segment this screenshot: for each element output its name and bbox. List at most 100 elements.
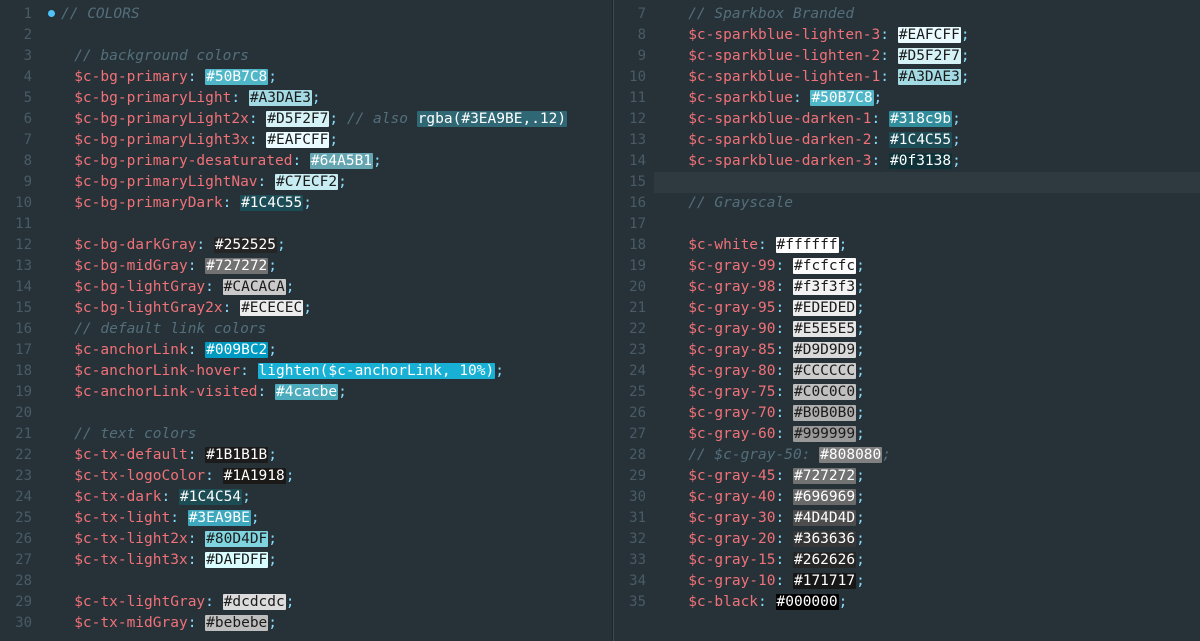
code-line[interactable]: $c-gray-95: #EDEDED; bbox=[662, 298, 1200, 319]
code-line[interactable]: $c-bg-midGray: #727272; bbox=[48, 256, 613, 277]
code-line[interactable]: $c-gray-40: #696969; bbox=[662, 487, 1200, 508]
code-line[interactable]: // Sparkbox Branded bbox=[662, 4, 1200, 25]
scss-variable: $c-gray-75 bbox=[688, 384, 775, 400]
code-line[interactable]: $c-white: #ffffff; bbox=[662, 235, 1200, 256]
code-line[interactable]: $c-tx-midGray: #bebebe; bbox=[48, 613, 613, 634]
code-line[interactable]: $c-sparkblue-darken-3: #0f3138; bbox=[662, 151, 1200, 172]
color-swatch: #696969 bbox=[793, 489, 856, 505]
code-line[interactable]: $c-tx-default: #1B1B1B; bbox=[48, 445, 613, 466]
line-number: 18 bbox=[614, 235, 646, 256]
line-number: 26 bbox=[614, 403, 646, 424]
code-line[interactable]: $c-bg-primaryLight2x: #D5F2F7; // also r… bbox=[48, 109, 613, 130]
code-line[interactable] bbox=[48, 214, 613, 235]
code-line[interactable]: // background colors bbox=[48, 46, 613, 67]
line-number: 19 bbox=[614, 256, 646, 277]
modified-dot-icon bbox=[48, 10, 55, 17]
line-number: 6 bbox=[0, 109, 32, 130]
code-line[interactable]: $c-gray-99: #fcfcfc; bbox=[662, 256, 1200, 277]
code-line[interactable]: $c-gray-10: #171717; bbox=[662, 571, 1200, 592]
code-line[interactable] bbox=[48, 571, 613, 592]
code-line[interactable]: $c-sparkblue-lighten-3: #EAFCFF; bbox=[662, 25, 1200, 46]
code-line[interactable]: // Grayscale bbox=[662, 193, 1200, 214]
line-number: 7 bbox=[0, 130, 32, 151]
line-number: 29 bbox=[614, 466, 646, 487]
scss-variable: $c-bg-lightGray bbox=[74, 279, 205, 295]
line-number: 1 bbox=[0, 4, 32, 25]
code-line[interactable]: $c-tx-lightGray: #dcdcdc; bbox=[48, 592, 613, 613]
code-line[interactable]: $c-gray-75: #C0C0C0; bbox=[662, 382, 1200, 403]
code-line[interactable]: // text colors bbox=[48, 424, 613, 445]
line-number: 31 bbox=[614, 508, 646, 529]
code-line[interactable]: $c-sparkblue: #50B7C8; bbox=[662, 88, 1200, 109]
scss-variable: $c-gray-15 bbox=[688, 552, 775, 568]
code-line[interactable]: $c-tx-light3x: #DAFDFF; bbox=[48, 550, 613, 571]
code-line[interactable]: // default link colors bbox=[48, 319, 613, 340]
code-line[interactable]: $c-gray-70: #B0B0B0; bbox=[662, 403, 1200, 424]
code-line[interactable]: $c-bg-lightGray2x: #ECECEC; bbox=[48, 298, 613, 319]
code-line[interactable]: $c-tx-dark: #1C4C54; bbox=[48, 487, 613, 508]
color-swatch: #D5F2F7 bbox=[898, 48, 961, 64]
code-line[interactable]: $c-gray-80: #CCCCCC; bbox=[662, 361, 1200, 382]
scss-variable: $c-tx-lightGray bbox=[74, 594, 205, 610]
code-line[interactable]: $c-gray-98: #f3f3f3; bbox=[662, 277, 1200, 298]
scss-variable: $c-gray-60 bbox=[688, 426, 775, 442]
code-line[interactable]: $c-gray-85: #D9D9D9; bbox=[662, 340, 1200, 361]
line-number: 19 bbox=[0, 382, 32, 403]
code-line[interactable]: $c-bg-primaryLight3x: #EAFCFF; bbox=[48, 130, 613, 151]
code-area-right[interactable]: // Sparkbox Branded $c-sparkblue-lighten… bbox=[654, 0, 1200, 641]
scss-variable: $c-anchorLink bbox=[74, 342, 188, 358]
scss-variable: $c-tx-light2x bbox=[74, 531, 188, 547]
code-line[interactable]: $c-gray-90: #E5E5E5; bbox=[662, 319, 1200, 340]
code-line[interactable]: $c-sparkblue-lighten-1: #A3DAE3; bbox=[662, 67, 1200, 88]
scss-variable: $c-sparkblue-lighten-3 bbox=[688, 27, 880, 43]
line-number: 35 bbox=[614, 592, 646, 613]
scss-variable: $c-anchorLink-visited bbox=[74, 384, 257, 400]
code-line[interactable]: $c-tx-light2x: #80D4DF; bbox=[48, 529, 613, 550]
code-line[interactable]: $c-gray-30: #4D4D4D; bbox=[662, 508, 1200, 529]
line-number: 18 bbox=[0, 361, 32, 382]
code-line[interactable]: $c-anchorLink-visited: #4cacbe; bbox=[48, 382, 613, 403]
code-line[interactable]: $c-gray-45: #727272; bbox=[662, 466, 1200, 487]
code-line[interactable]: // COLORS bbox=[48, 4, 613, 25]
code-line[interactable]: $c-black: #000000; bbox=[662, 592, 1200, 613]
code-line[interactable]: $c-sparkblue-lighten-2: #D5F2F7; bbox=[662, 46, 1200, 67]
scss-variable: $c-sparkblue-darken-3 bbox=[688, 153, 871, 169]
scss-variable: $c-sparkblue bbox=[688, 90, 793, 106]
code-line[interactable]: $c-bg-primaryDark: #1C4C55; bbox=[48, 193, 613, 214]
code-line[interactable]: $c-bg-lightGray: #CACACA; bbox=[48, 277, 613, 298]
line-number: 9 bbox=[0, 172, 32, 193]
code-line[interactable]: $c-tx-light: #3EA9BE; bbox=[48, 508, 613, 529]
color-swatch: #ffffff bbox=[776, 237, 839, 253]
line-number: 32 bbox=[614, 529, 646, 550]
color-swatch: #1C4C55 bbox=[240, 195, 303, 211]
code-line[interactable]: $c-sparkblue-darken-1: #318c9b; bbox=[662, 109, 1200, 130]
code-area-left[interactable]: // COLORS // background colors $c-bg-pri… bbox=[40, 0, 613, 641]
code-line[interactable]: $c-bg-primary-desaturated: #64A5B1; bbox=[48, 151, 613, 172]
code-line[interactable]: $c-gray-15: #262626; bbox=[662, 550, 1200, 571]
code-line[interactable]: $c-tx-logoColor: #1A1918; bbox=[48, 466, 613, 487]
scss-variable: $c-sparkblue-lighten-1 bbox=[688, 69, 880, 85]
scss-variable: $c-gray-20 bbox=[688, 531, 775, 547]
scss-variable: $c-gray-85 bbox=[688, 342, 775, 358]
scss-variable: $c-sparkblue-darken-1 bbox=[688, 111, 871, 127]
code-line[interactable]: $c-anchorLink: #009BC2; bbox=[48, 340, 613, 361]
color-swatch: #4cacbe bbox=[275, 384, 338, 400]
code-line[interactable]: $c-bg-primaryLightNav: #C7ECF2; bbox=[48, 172, 613, 193]
code-line[interactable] bbox=[48, 403, 613, 424]
code-line[interactable]: // $c-gray-50: #808080; bbox=[662, 445, 1200, 466]
code-line[interactable]: $c-bg-primary: #50B7C8; bbox=[48, 67, 613, 88]
line-number: 28 bbox=[0, 571, 32, 592]
line-number: 26 bbox=[0, 529, 32, 550]
line-number: 5 bbox=[0, 88, 32, 109]
code-line[interactable] bbox=[662, 214, 1200, 235]
code-line[interactable] bbox=[48, 25, 613, 46]
color-swatch: #727272 bbox=[205, 258, 268, 274]
code-line[interactable]: $c-gray-60: #999999; bbox=[662, 424, 1200, 445]
editor-pane-right: 7891011121314151617181920212223242526272… bbox=[613, 0, 1200, 641]
code-line[interactable]: $c-sparkblue-darken-2: #1C4C55; bbox=[662, 130, 1200, 151]
code-line[interactable]: $c-bg-primaryLight: #A3DAE3; bbox=[48, 88, 613, 109]
code-line[interactable]: $c-anchorLink-hover: lighten($c-anchorLi… bbox=[48, 361, 613, 382]
code-line[interactable]: $c-bg-darkGray: #252525; bbox=[48, 235, 613, 256]
code-line[interactable]: $c-gray-20: #363636; bbox=[662, 529, 1200, 550]
line-gutter-right: 7891011121314151617181920212223242526272… bbox=[614, 0, 654, 641]
